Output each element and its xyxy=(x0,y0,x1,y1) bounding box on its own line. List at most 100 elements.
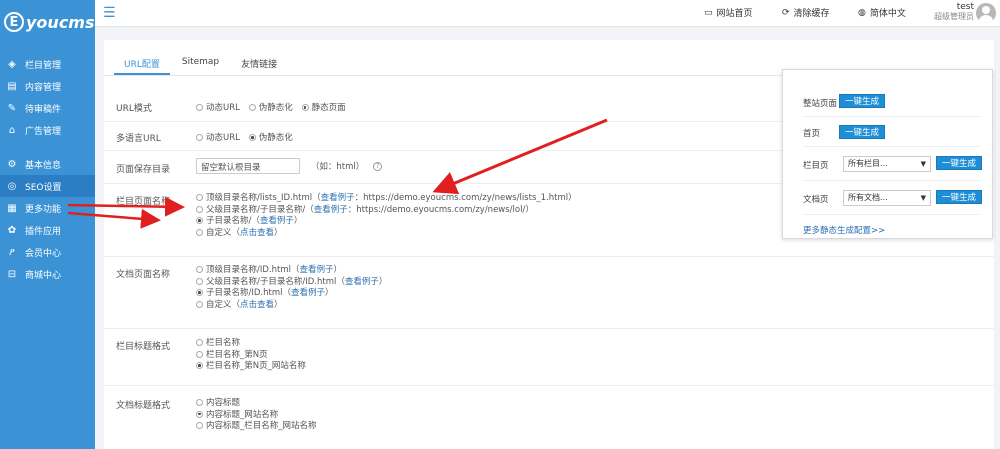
doc-icon: ▤ xyxy=(7,80,17,92)
globe-icon: ◍ xyxy=(858,7,866,18)
radio-icon xyxy=(196,228,203,236)
radio-icon xyxy=(196,422,203,429)
radio-checked-icon xyxy=(196,410,203,418)
language-link[interactable]: ◍ 简体中文 xyxy=(858,6,906,20)
save-dir-hint: （如：html） xyxy=(310,162,365,172)
view-example-link[interactable]: 查看例子 xyxy=(291,288,325,298)
option-label: ） xyxy=(325,288,334,298)
edit-icon: ✎ xyxy=(7,102,17,114)
more-static-config-link[interactable]: 更多静态生成配置>> xyxy=(803,224,885,236)
column-title-option-2[interactable]: 栏目名称_第N页 xyxy=(196,350,306,362)
sidebar-item-members[interactable]: ዖ 会员中心 xyxy=(0,241,95,263)
column-title-option-1[interactable]: 栏目名称 xyxy=(196,338,306,350)
menu-toggle-icon[interactable]: ☰ xyxy=(103,5,116,21)
radio-icon xyxy=(196,104,203,111)
column-title-option-3[interactable]: 栏目名称_第N页_网站名称 xyxy=(196,361,306,373)
generate-column-button[interactable]: 一键生成 xyxy=(936,156,983,170)
option-label: 栏目名称 xyxy=(206,338,241,348)
grid-icon: ▦ xyxy=(7,202,17,214)
column-name-option-sub[interactable]: 子目录名称/（查看例子） xyxy=(196,216,577,228)
view-example-link[interactable]: 查看例子 xyxy=(314,205,348,215)
sidebar-item-shop[interactable]: ⊟ 商城中心 xyxy=(0,263,95,285)
doc-name-option-top[interactable]: 顶级目录名称/ID.html（查看例子） xyxy=(196,265,387,277)
option-label: 子目录名称/ID.html（ xyxy=(206,288,291,298)
doc-name-option-custom[interactable]: 自定义（点击查看） xyxy=(196,300,387,312)
radio-icon xyxy=(196,277,203,285)
home-link[interactable]: ▭ 网站首页 xyxy=(704,6,753,20)
option-label: ） xyxy=(274,299,283,310)
radio-icon xyxy=(196,205,203,213)
tab-url-config[interactable]: URL配置 xyxy=(114,53,170,75)
doc-name-option-sub[interactable]: 子目录名称/ID.html（查看例子） xyxy=(196,288,387,300)
column-select-value: 所有栏目... xyxy=(848,159,888,168)
tab-friend-links[interactable]: 友情链接 xyxy=(231,53,287,75)
logo[interactable]: E youcms xyxy=(0,0,95,44)
sidebar-item-column[interactable]: ◈ 栏目管理 xyxy=(0,53,95,75)
doc-title-option-2[interactable]: 内容标题_网站名称 xyxy=(196,410,317,422)
generate-site-button[interactable]: 一键生成 xyxy=(839,94,886,108)
multilang-pseudo[interactable]: 伪静态化 xyxy=(248,131,293,143)
option-label: ：https://demo.eyoucms.com/zy/news/lol/） xyxy=(347,204,534,215)
popup-divider xyxy=(803,116,980,117)
save-dir-field: 留空默认根目录 （如：html） ? xyxy=(196,158,383,174)
url-mode-dynamic[interactable]: 动态URL xyxy=(196,101,240,113)
chevron-down-icon: ▼ xyxy=(920,194,926,202)
doc-title-option-1[interactable]: 内容标题 xyxy=(196,398,317,410)
option-label: ） xyxy=(274,227,283,238)
option-label: 静态页面 xyxy=(311,103,346,113)
sidebar-item-basic[interactable]: ⚙ 基本信息 xyxy=(0,153,95,175)
sidebar-item-ads[interactable]: ⌂ 广告管理 xyxy=(0,119,95,141)
view-example-link[interactable]: 查看例子 xyxy=(345,277,379,287)
click-view-link[interactable]: 点击查看 xyxy=(240,228,274,238)
clear-cache-label: 清除缓存 xyxy=(793,9,830,19)
url-mode-pseudo[interactable]: 伪静态化 xyxy=(248,101,293,113)
column-name-option-custom[interactable]: 自定义（点击查看） xyxy=(196,228,577,240)
doc-select[interactable]: 所有文档... ▼ xyxy=(843,190,931,206)
user-role: 超级管理员 xyxy=(934,12,974,21)
sidebar-item-review[interactable]: ✎ 待审稿件 xyxy=(0,97,95,119)
sidebar-item-seo[interactable]: ◎ SEO设置 xyxy=(0,175,95,197)
popup-divider xyxy=(803,146,980,147)
generate-doc-button[interactable]: 一键生成 xyxy=(936,190,983,204)
url-mode-static[interactable]: 静态页面 xyxy=(301,101,346,113)
cart-icon: ⊟ xyxy=(7,268,17,280)
view-example-link[interactable]: 查看例子 xyxy=(260,216,294,226)
option-label: 栏目名称_第N页 xyxy=(206,349,268,360)
doc-title-option-3[interactable]: 内容标题_栏目名称_网站名称 xyxy=(196,421,317,433)
sidebar-item-plugins[interactable]: ✿ 插件应用 xyxy=(0,219,95,241)
option-label: 子目录名称/（ xyxy=(206,216,260,226)
sidebar-item-more[interactable]: ▦ 更多功能 xyxy=(0,197,95,219)
doc-page-name-options: 顶级目录名称/ID.html（查看例子） 父级目录名称/子目录名称/ID.htm… xyxy=(196,265,387,311)
chevron-down-icon: ▼ xyxy=(920,160,926,168)
option-label: 自定义（ xyxy=(206,299,241,310)
column-name-option-top[interactable]: 顶级目录名称/lists_ID.html（查看例子：https://demo.e… xyxy=(196,193,577,205)
sidebar-item-label: 待审稿件 xyxy=(25,104,62,115)
user-info[interactable]: test 超级管理员 xyxy=(934,2,974,22)
click-view-link[interactable]: 点击查看 xyxy=(240,300,274,310)
static-generate-popup: 整站页面 一键生成 首页 一键生成 栏目页 所有栏目... ▼ 一键生成 文档页 … xyxy=(782,69,993,239)
nav-divider xyxy=(0,141,95,153)
option-label: 内容标题_栏目名称_网站名称 xyxy=(206,421,317,431)
clear-cache-link[interactable]: ⟳ 清除缓存 xyxy=(782,6,830,20)
doc-title-format-label: 文档标题格式 xyxy=(116,401,171,411)
popup-divider xyxy=(803,214,980,215)
generate-home-button[interactable]: 一键生成 xyxy=(839,125,886,139)
doc-name-option-parent[interactable]: 父级目录名称/子目录名称/ID.html（查看例子） xyxy=(196,277,387,289)
sidebar-item-content[interactable]: ▤ 内容管理 xyxy=(0,75,95,97)
url-mode-options: 动态URL 伪静态化 静态页面 xyxy=(196,101,352,113)
column-select[interactable]: 所有栏目... ▼ xyxy=(843,156,931,172)
tab-sitemap[interactable]: Sitemap xyxy=(172,53,229,75)
view-example-link[interactable]: 查看例子 xyxy=(299,265,333,275)
column-name-option-parent[interactable]: 父级目录名称/子目录名称/（查看例子：https://demo.eyoucms.… xyxy=(196,205,577,217)
sidebar-item-label: 商城中心 xyxy=(25,270,62,281)
avatar[interactable] xyxy=(976,3,996,23)
doc-page-name-label: 文档页面名称 xyxy=(116,270,171,280)
home-page-label: 首页 xyxy=(803,129,821,139)
sidebar-item-label: 栏目管理 xyxy=(25,60,62,71)
help-icon[interactable]: ? xyxy=(373,161,383,171)
view-example-link[interactable]: 查看例子 xyxy=(321,193,355,203)
user-name: test xyxy=(956,2,974,12)
save-dir-input[interactable]: 留空默认根目录 xyxy=(196,158,300,174)
refresh-icon: ⟳ xyxy=(782,7,790,18)
multilang-dynamic[interactable]: 动态URL xyxy=(196,131,240,143)
